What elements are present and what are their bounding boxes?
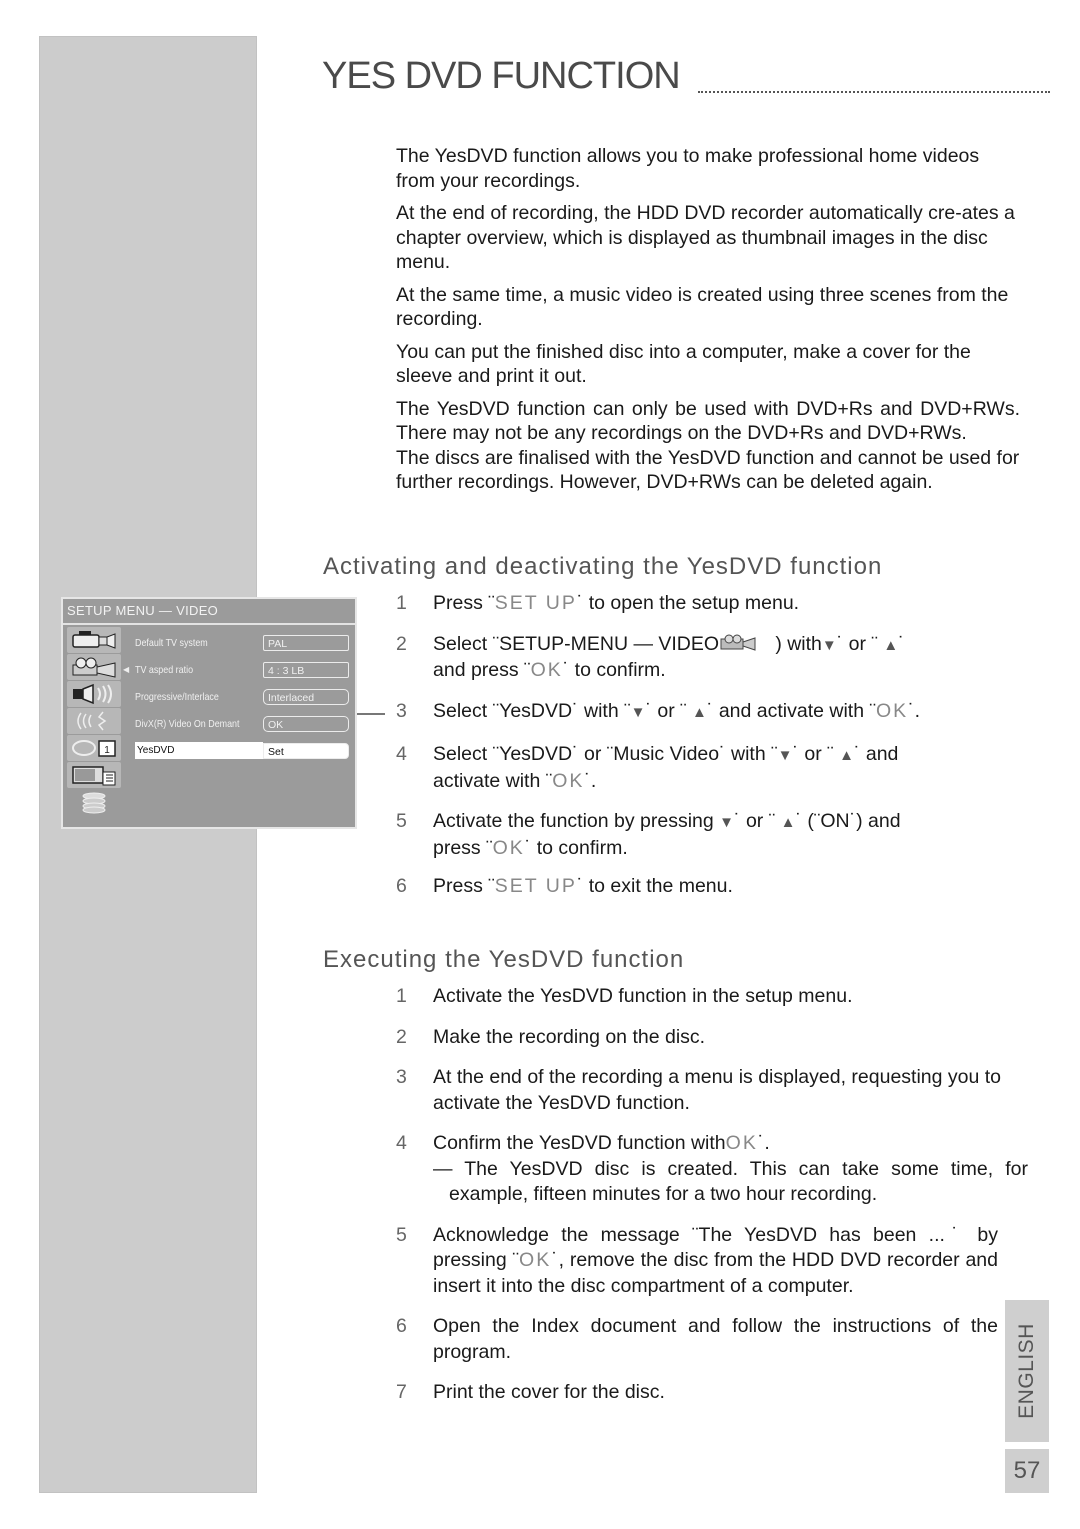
language-tab: ENGLISH bbox=[1005, 1300, 1049, 1442]
menu-row-progressive-interlace[interactable]: Progressive/Interlace Interlaced bbox=[135, 683, 351, 710]
intro-paragraph: At the same time, a music video is creat… bbox=[396, 283, 1009, 331]
intro-paragraph: The discs are finalised with the YesDVD … bbox=[396, 446, 1020, 494]
menu-row-divx-vod[interactable]: DivX(R) Video On Demant OK bbox=[135, 710, 351, 737]
up-arrow-icon: ▲ bbox=[883, 636, 899, 654]
timer-calendar-icon: 1 bbox=[67, 735, 121, 761]
step-item: 1 Activate the YesDVD function in the se… bbox=[396, 984, 1028, 1010]
section-heading-activate: Activating and deactivating the YesDVD f… bbox=[323, 553, 883, 580]
step-item: 3 Select ¨YesDVD˙ with ¨▼˙ or ¨ ▲˙ and a… bbox=[396, 699, 1028, 726]
step-number: 6 bbox=[396, 875, 407, 897]
step-number: 5 bbox=[396, 810, 407, 832]
key-label: OK bbox=[530, 659, 563, 681]
down-arrow-icon: ▼ bbox=[719, 814, 735, 831]
step-item: 6 Press ¨SET UP˙ to exit the menu. bbox=[396, 874, 1028, 900]
step-number: 3 bbox=[396, 699, 407, 722]
left-arrow-icon: ◀ bbox=[123, 665, 130, 674]
up-arrow-icon: ▲ bbox=[839, 747, 854, 764]
menu-row-default-tv-system[interactable]: Default TV system PAL bbox=[135, 629, 351, 656]
up-arrow-icon: ▲ bbox=[692, 703, 707, 721]
step-number: 2 bbox=[396, 1025, 407, 1048]
key-label: OK bbox=[492, 836, 525, 859]
step-number: 4 bbox=[396, 743, 407, 765]
step-item: 4 Confirm the YesDVD function withOK˙. —… bbox=[396, 1131, 1028, 1208]
down-arrow-icon: ▼ bbox=[630, 703, 646, 721]
step-number: 2 bbox=[396, 632, 407, 655]
step-note: — The YesDVD disc is created. This can t… bbox=[433, 1157, 1028, 1206]
title-rule bbox=[698, 91, 1050, 93]
page-title: YES DVD FUNCTION bbox=[322, 55, 681, 97]
step-item: 6 Open the Index document and follow the… bbox=[396, 1315, 998, 1363]
setup-menu-rows: Default TV system PAL ◀ TV asped ratio 4… bbox=[123, 629, 351, 764]
section-heading-execute: Executing the YesDVD function bbox=[323, 946, 685, 973]
tv-remote-icon bbox=[67, 762, 121, 788]
intro-text: The YesDVD function allows you to make p… bbox=[396, 144, 1020, 503]
key-label: OK bbox=[519, 1249, 552, 1271]
step-item: 1 Press ¨SET UP˙ to open the setup menu. bbox=[396, 591, 1028, 617]
svg-text:1: 1 bbox=[104, 745, 110, 756]
intro-paragraph: You can put the finished disc into a com… bbox=[396, 340, 971, 388]
up-arrow-icon: ▲ bbox=[780, 814, 796, 831]
setup-menu-header: SETUP MENU — VIDEO bbox=[63, 599, 355, 625]
page-number: 57 bbox=[1005, 1449, 1049, 1493]
step-item: 5 Activate the function by pressing ▼˙ o… bbox=[396, 810, 901, 859]
step-number: 3 bbox=[396, 1066, 407, 1088]
step-item: 4 Select ¨YesDVD˙ or ¨Music Video˙ with … bbox=[396, 743, 899, 792]
key-label: OK bbox=[725, 1132, 758, 1154]
setup-menu-screenshot: SETUP MENU — VIDEO 1 Default TV system P… bbox=[61, 597, 357, 829]
step-number: 1 bbox=[396, 985, 407, 1007]
menu-row-yesdvd[interactable]: YesDVD Set bbox=[135, 737, 351, 764]
disc-stack-icon bbox=[67, 789, 121, 815]
step-item: 2 Select ¨SETUP-MENU — VIDEO ) with▼˙ or… bbox=[396, 632, 905, 682]
activate-steps: 1 Press ¨SET UP˙ to open the setup menu.… bbox=[396, 591, 1028, 900]
down-arrow-icon: ▼ bbox=[777, 747, 793, 764]
step-number: 1 bbox=[396, 592, 407, 614]
step-item: 7 Print the cover for the disc. bbox=[396, 1380, 1028, 1406]
film-projector-icon bbox=[67, 654, 121, 680]
step-item: 2 Make the recording on the disc. bbox=[396, 1025, 1028, 1051]
camcorder-icon bbox=[67, 627, 121, 653]
down-arrow-icon: ▼ bbox=[821, 636, 837, 654]
film-projector-icon bbox=[719, 634, 759, 652]
intro-paragraph: The YesDVD function can only be used wit… bbox=[396, 397, 1020, 445]
step-number: 7 bbox=[396, 1381, 407, 1403]
key-label: SET UP bbox=[494, 875, 577, 897]
step-item: 5 Acknowledge the message ¨The YesDVD ha… bbox=[396, 1223, 998, 1297]
step-number: 5 bbox=[396, 1223, 407, 1246]
callout-line bbox=[357, 713, 385, 715]
speaker-icon bbox=[67, 681, 121, 707]
step-number: 4 bbox=[396, 1132, 407, 1154]
intro-paragraph: At the end of recording, the HDD DVD rec… bbox=[396, 202, 1015, 273]
key-label: SET UP bbox=[494, 592, 577, 614]
menu-row-tv-aspect-ratio[interactable]: ◀ TV asped ratio 4 : 3 LB bbox=[123, 656, 351, 683]
step-item: 3 At the end of the recording a menu is … bbox=[396, 1066, 1002, 1114]
setup-menu-icons: 1 bbox=[67, 627, 123, 816]
execute-steps: 1 Activate the YesDVD function in the se… bbox=[396, 984, 1028, 1406]
intro-paragraph: The YesDVD function allows you to make p… bbox=[396, 145, 980, 192]
key-label: OK bbox=[552, 769, 585, 792]
step-number: 6 bbox=[396, 1315, 407, 1337]
signal-wave-icon bbox=[67, 708, 121, 734]
key-label: OK bbox=[875, 699, 909, 722]
